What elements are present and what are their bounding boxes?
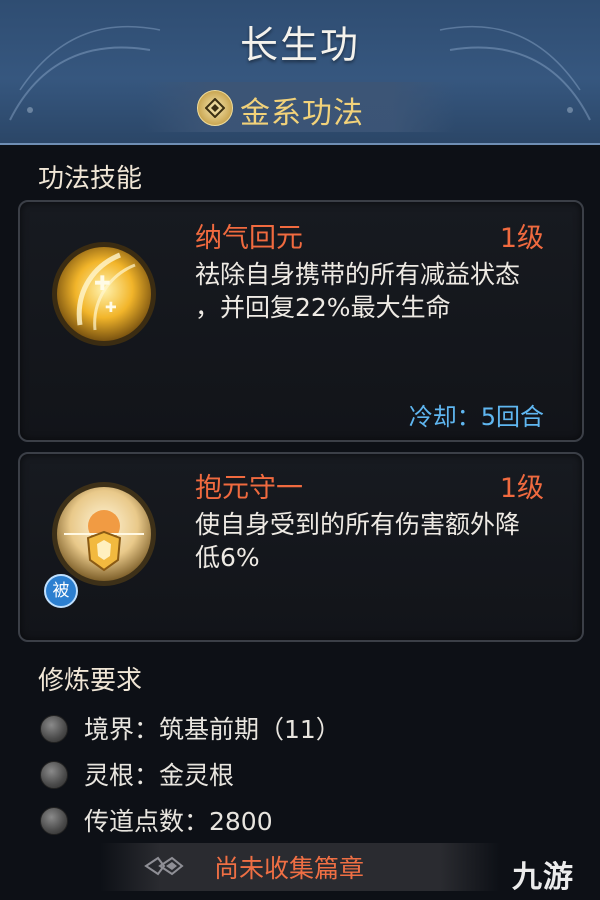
requirement-text: 灵根：金灵根: [84, 761, 235, 790]
skill-description: 使自身受到的所有伤害额外降 低6%: [195, 508, 585, 574]
skill-description-line: 祛除自身携带的所有减益状态: [195, 260, 521, 289]
chapter-diamond-icon: [144, 856, 184, 876]
skill-description-line: 使自身受到的所有伤害额外降: [195, 510, 521, 539]
skill-level: 1级: [499, 223, 544, 254]
requirements-section-title: 修炼要求: [38, 666, 143, 696]
metal-element-icon: [197, 90, 233, 126]
skill-cooldown: 冷却：5回合: [408, 403, 544, 431]
header-panel: 长生功 金系功法: [0, 0, 600, 145]
skill-description-line: 低6%: [195, 543, 260, 572]
shield-skill-icon: [52, 482, 156, 586]
skills-section-title: 功法技能: [38, 164, 143, 194]
requirement-text: 传道点数：2800: [84, 807, 273, 836]
skill-name: 纳气回元: [195, 223, 303, 254]
watermark: 九游: [512, 860, 574, 895]
skill-name: 抱元守一: [195, 473, 303, 504]
passive-badge: 被: [44, 574, 78, 608]
element-label: 金系功法: [240, 96, 364, 131]
status-dot-icon: [40, 715, 68, 743]
collection-status: 尚未收集篇章: [214, 854, 365, 883]
status-dot-icon: [40, 761, 68, 789]
heal-skill-icon: ✚ ✚: [52, 242, 156, 346]
requirement-text: 境界：筑基前期（11）: [84, 715, 341, 744]
skill-description-line: ，并回复22%最大生命: [195, 293, 451, 322]
skill-level: 1级: [499, 473, 544, 504]
skill-description: 祛除自身携带的所有减益状态 ，并回复22%最大生命: [195, 258, 585, 324]
status-dot-icon: [40, 807, 68, 835]
page-title: 长生功: [239, 23, 360, 67]
svg-text:✚: ✚: [94, 271, 111, 295]
skill-card[interactable]: 被 抱元守一 1级 使自身受到的所有伤害额外降 低6%: [18, 452, 584, 642]
skill-card[interactable]: ✚ ✚ 纳气回元 1级 祛除自身携带的所有减益状态 ，并回复22%最大生命 冷却…: [18, 200, 584, 442]
svg-text:✚: ✚: [105, 300, 117, 316]
